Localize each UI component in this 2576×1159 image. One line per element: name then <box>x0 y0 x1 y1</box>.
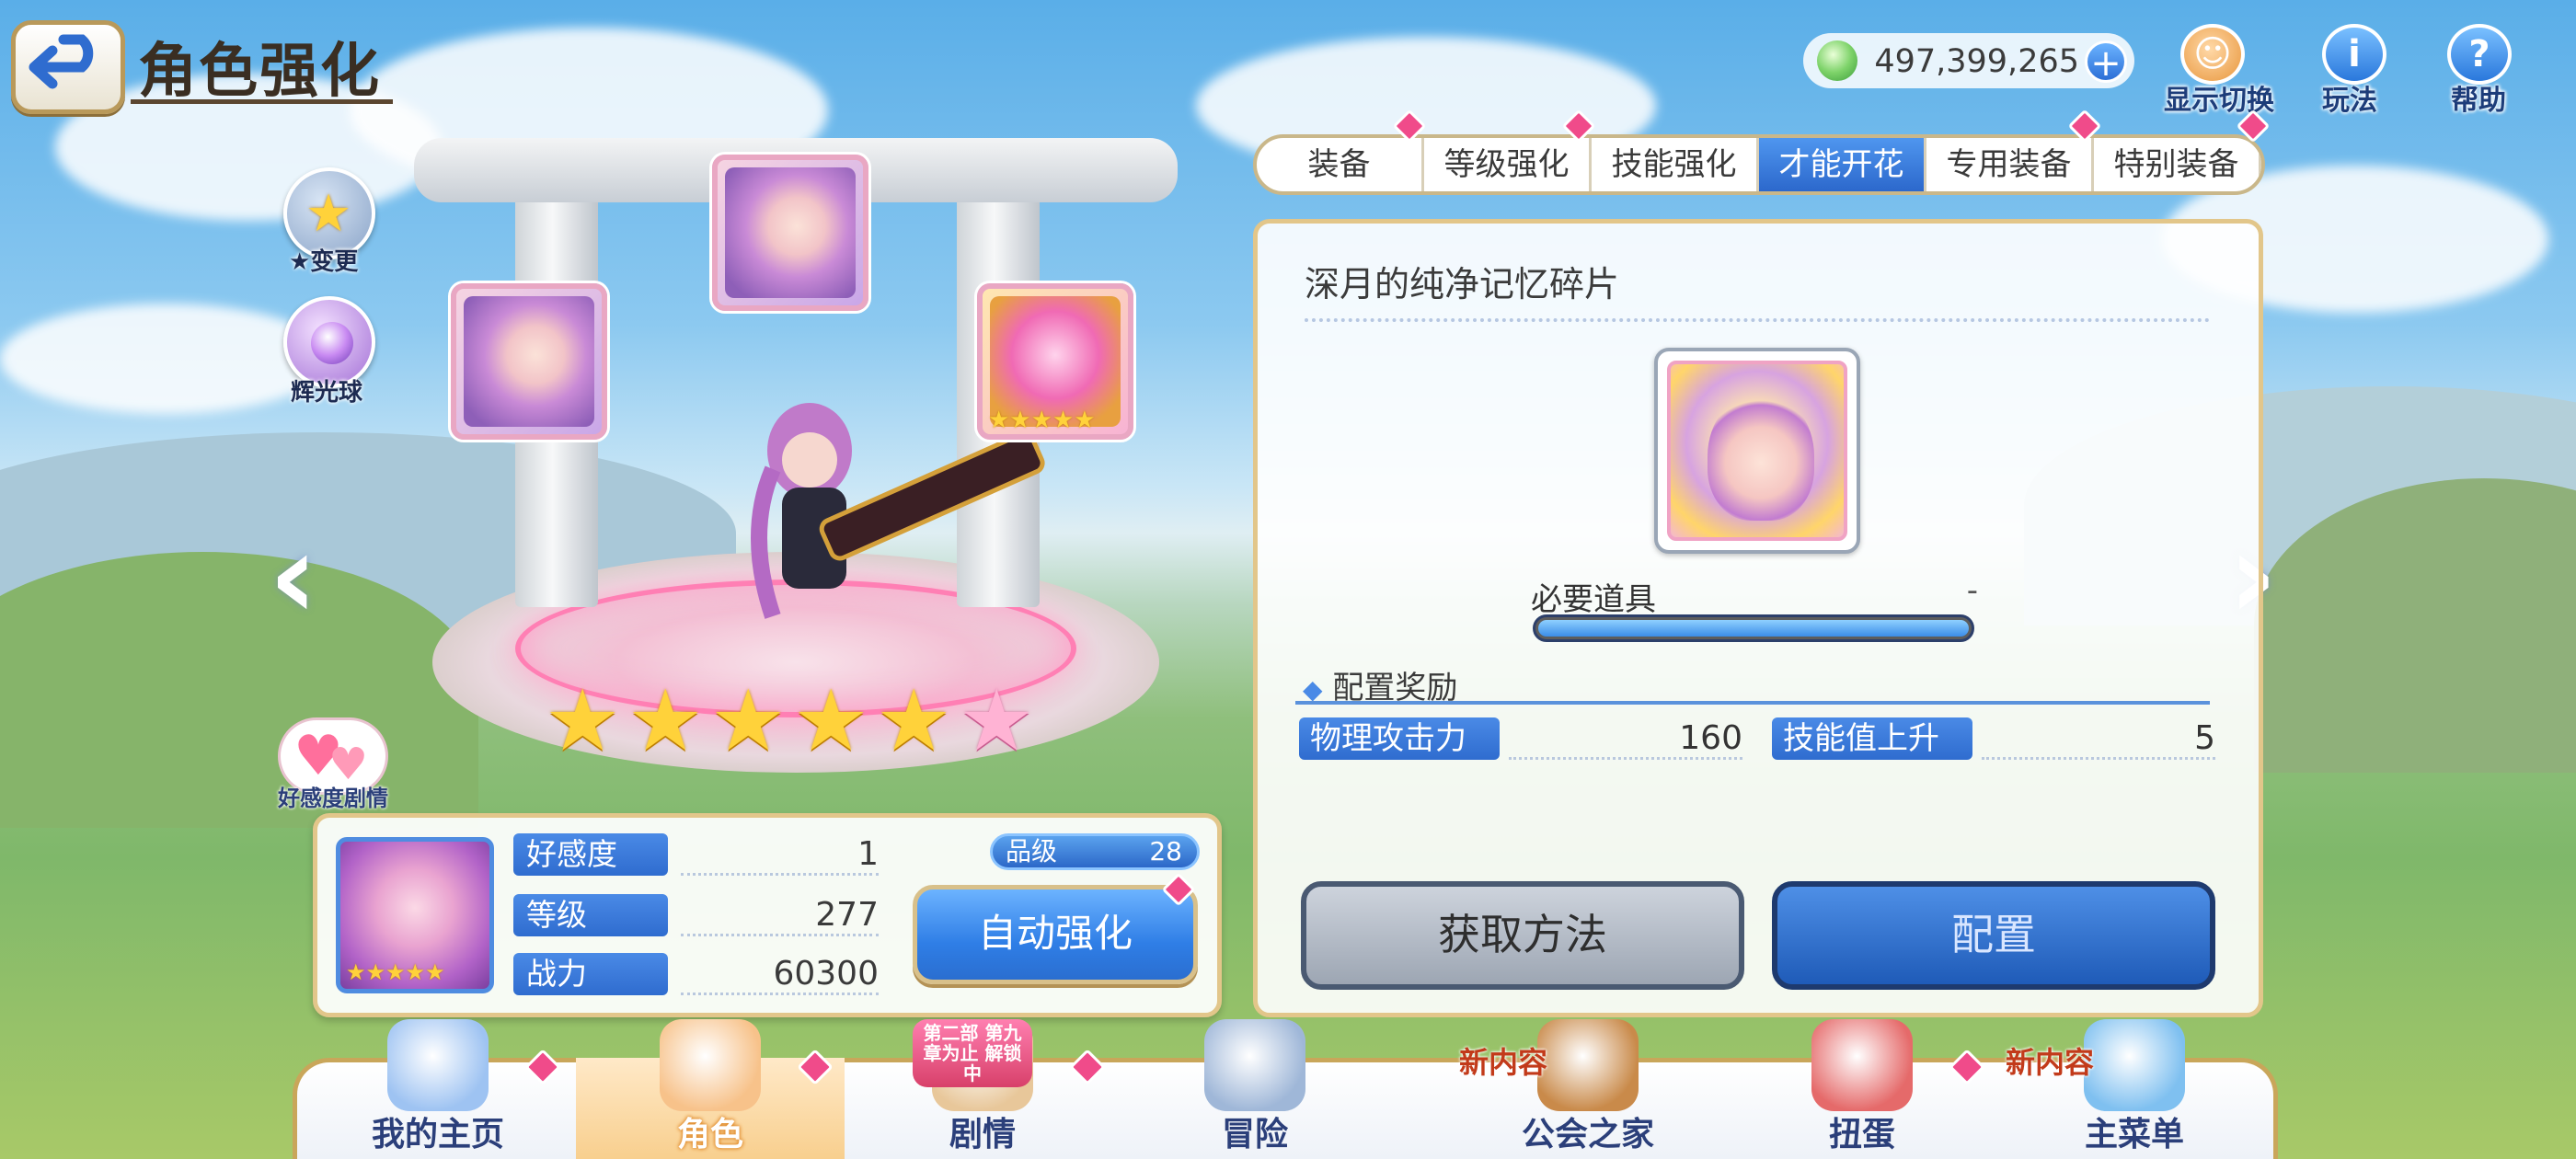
tab-1[interactable]: 等级强化 <box>1424 138 1592 191</box>
star-filled-icon: ★ <box>876 671 952 770</box>
star-filled-icon: ★ <box>793 671 869 770</box>
auto-enhance-button[interactable]: 自动强化 <box>913 885 1198 984</box>
page-title: 角色强化 <box>138 38 381 106</box>
character-avatar[interactable]: ★★★★★ <box>336 837 494 993</box>
nav-label-6: 主菜单 <box>2084 1116 2184 1153</box>
help-icon: ? <box>2468 33 2490 75</box>
nav-icon-5 <box>1811 1019 1913 1111</box>
currency-amount: 497,399,265 <box>1874 43 2079 80</box>
memory-piece-slot[interactable]: ★★★★★ <box>977 283 1133 440</box>
glow-orb-label: 辉光球 <box>291 379 363 407</box>
tab-0[interactable]: 装备 <box>1257 138 1424 191</box>
help-label: 帮助 <box>2451 85 2506 117</box>
avatar-stars: ★★★★★ <box>346 959 445 985</box>
rank-label: 品级 <box>1006 836 1058 866</box>
slot-stars: ★★★★★ <box>988 407 1096 434</box>
portrait-slot-left[interactable] <box>451 283 607 440</box>
reward-skill-up-value: 5 <box>1982 717 2215 760</box>
equip-button[interactable]: 配置 <box>1772 881 2215 990</box>
nav-badge-4: 新内容 <box>1459 1045 1548 1080</box>
star-empty-icon: ★ <box>959 671 1035 770</box>
nav-icon-4 <box>1537 1019 1639 1111</box>
stat-power-value: 60300 <box>681 953 879 995</box>
portrait-slot-top[interactable] <box>712 155 868 311</box>
tab-3[interactable]: 才能开花 <box>1759 138 1926 191</box>
back-button[interactable] <box>11 20 125 114</box>
reward-physical-attack-value: 160 <box>1509 717 1742 760</box>
stat-affection-value: 1 <box>681 833 879 876</box>
item-name: 深月的纯净记忆碎片 <box>1305 264 1620 304</box>
display-toggle-label: 显示切换 <box>2164 85 2274 117</box>
star-filled-icon: ★ <box>627 671 704 770</box>
help-button[interactable]: ? <box>2447 24 2512 85</box>
stat-level-value: 277 <box>681 894 879 936</box>
rank-value: 28 <box>1149 836 1182 866</box>
display-toggle-button[interactable]: ☺ <box>2180 24 2245 85</box>
nav-icon-6 <box>2084 1019 2185 1111</box>
reward-divider <box>1295 701 2210 705</box>
required-item-value: - <box>1966 572 1978 609</box>
memory-piece-portrait <box>1667 361 1847 541</box>
affection-story-label: 好感度剧情 <box>278 786 388 811</box>
star-filled-icon: ★ <box>545 671 621 770</box>
nav-label-2: 剧情 <box>949 1116 1016 1153</box>
star-filled-icon: ★ <box>710 671 787 770</box>
nav-label-0: 我的主页 <box>371 1116 504 1153</box>
tab-5[interactable]: 特别装备 <box>2094 138 2261 191</box>
tab-2[interactable]: 技能强化 <box>1592 138 1759 191</box>
how-to-play-button[interactable]: i <box>2322 24 2386 85</box>
stat-affection-label: 好感度 <box>513 833 668 876</box>
prev-character-arrow[interactable]: ‹ <box>269 506 318 646</box>
nav-label-1: 角色 <box>676 1116 743 1153</box>
nav-label-4: 公会之家 <box>1521 1116 1654 1153</box>
obtain-method-button[interactable]: 获取方法 <box>1301 881 1744 990</box>
glow-orb-icon <box>311 322 353 364</box>
divider <box>1305 318 2210 322</box>
jewel-icon <box>1817 40 1857 81</box>
reward-physical-attack-label: 物理攻击力 <box>1299 717 1500 760</box>
add-currency-button[interactable]: + <box>2085 40 2127 84</box>
nav-icon-0 <box>387 1019 489 1111</box>
nav-label-3: 冒险 <box>1221 1116 1288 1153</box>
nav-badge-6: 新内容 <box>2006 1045 2095 1080</box>
how-to-play-label: 玩法 <box>2322 85 2377 117</box>
required-item-progress-fill <box>1538 620 1969 637</box>
enhance-tabs: 装备 等级强化 技能强化 才能开花 专用装备 特别装备 <box>1253 134 2265 195</box>
stat-level-label: 等级 <box>513 894 668 936</box>
rank-badge: 品级 28 <box>990 833 1200 870</box>
nav-label-5: 扭蛋 <box>1828 1116 1895 1153</box>
title-underline <box>131 99 393 104</box>
star-change-label: ★变更 <box>289 248 359 276</box>
required-item-label: 必要道具 <box>1531 581 1656 618</box>
tab-4[interactable]: 专用装备 <box>1926 138 2094 191</box>
nav-badge-2: 第二部 第九章为止 解锁中 <box>913 1019 1032 1087</box>
character-icon: ☺ <box>2193 33 2232 75</box>
stat-power-label: 战力 <box>513 953 668 995</box>
reward-skill-up-label: 技能值上升 <box>1772 717 1972 760</box>
info-icon: i <box>2348 33 2361 75</box>
star-change-icon: ★ <box>305 184 352 244</box>
back-arrow-icon <box>29 34 94 89</box>
nav-icon-1 <box>660 1019 761 1111</box>
nav-icon-3 <box>1204 1019 1305 1111</box>
